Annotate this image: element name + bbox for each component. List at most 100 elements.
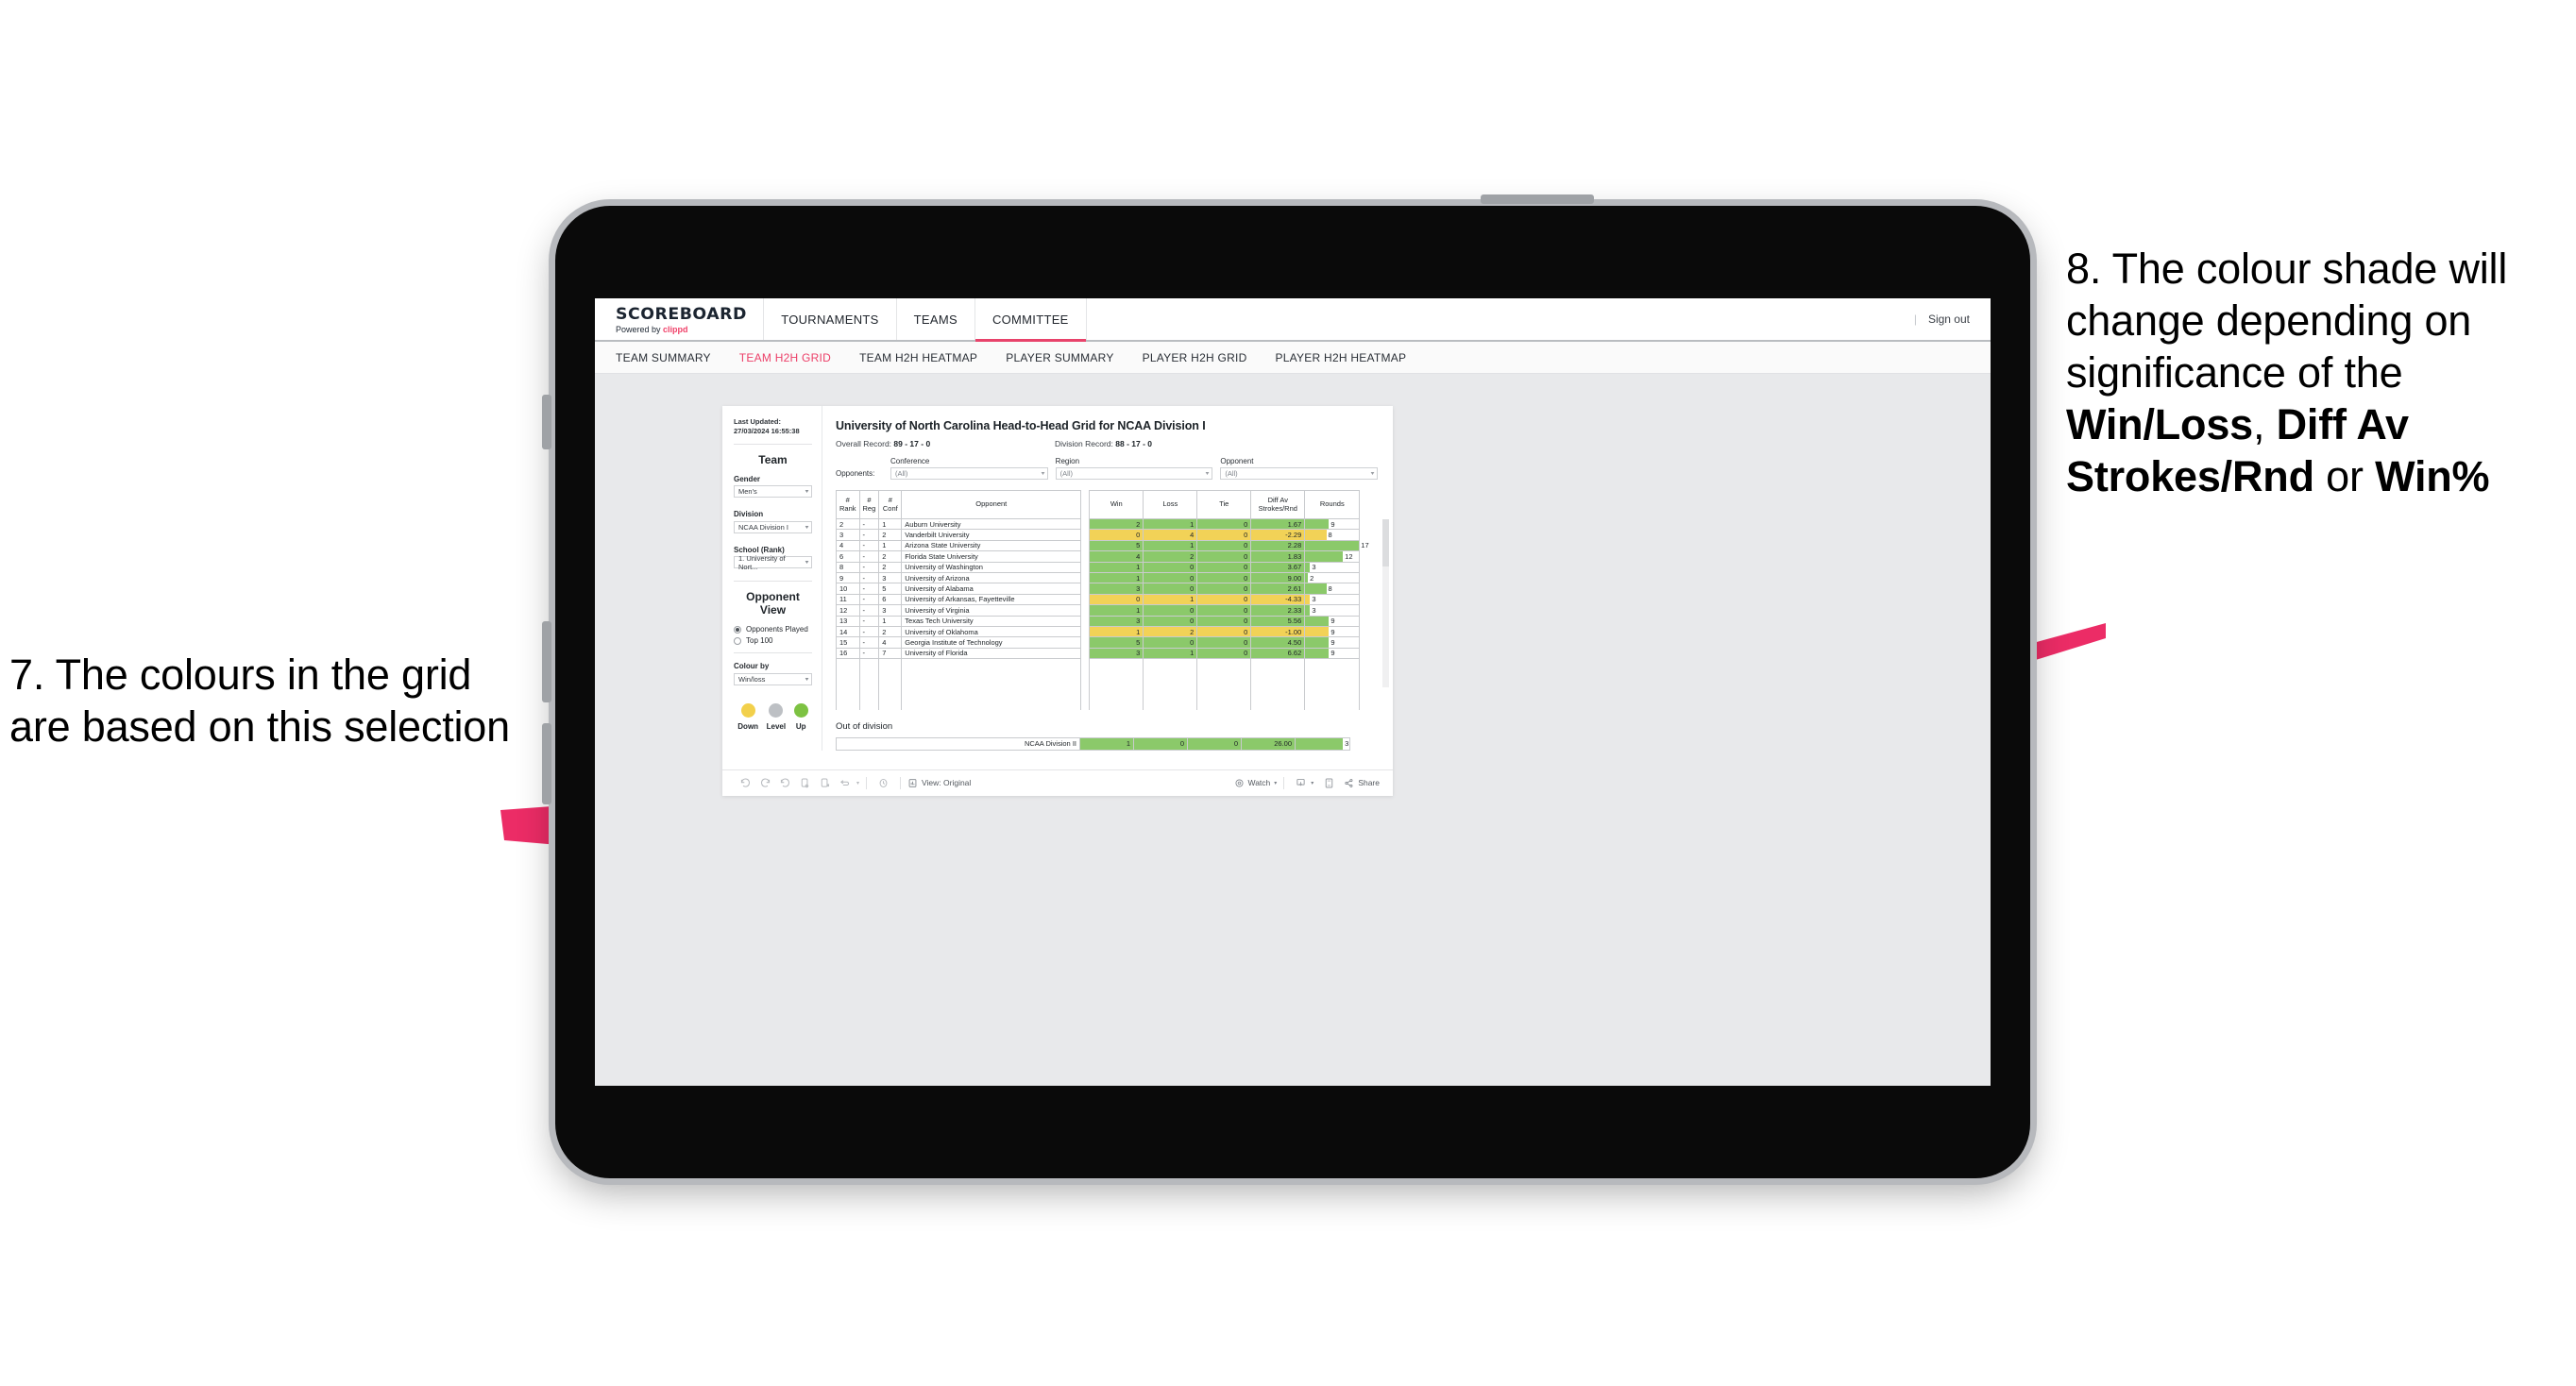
- overall-record-label: Overall Record:: [836, 439, 894, 448]
- rounds-bar: [1305, 551, 1344, 562]
- revert-icon[interactable]: [775, 773, 795, 793]
- division-select[interactable]: NCAA Division I ▾: [734, 520, 812, 533]
- rounds-bar: [1305, 637, 1330, 648]
- table-row[interactable]: 2-1 Auburn University 2 1 0 1.67 9: [836, 517, 1361, 531]
- redo-icon[interactable]: [755, 773, 775, 793]
- brand-logo[interactable]: SCOREBOARD Powered by clippd: [595, 298, 763, 340]
- colour-by-select-value: Win/loss: [738, 674, 766, 684]
- subnav-item-team-summary[interactable]: TEAM SUMMARY: [616, 351, 711, 364]
- out-of-division-wrapper: NCAA Division II 1 0 0 26.00 3: [836, 736, 1378, 751]
- table-row[interactable]: 4-1 Arizona State University 5 1 0 2.28 17: [836, 539, 1369, 552]
- watch-button[interactable]: Watch ▾: [1234, 778, 1277, 788]
- pause-icon[interactable]: [815, 773, 835, 793]
- cell-win: 0: [1089, 593, 1144, 606]
- subnav-item-player-summary[interactable]: PLAYER SUMMARY: [1006, 351, 1113, 364]
- conference-select[interactable]: (All) ▾: [890, 467, 1048, 480]
- last-updated-label: Last Updated: 27/03/2024 16:55:38: [734, 417, 800, 435]
- cell-tie: 0: [1196, 615, 1252, 627]
- table-row[interactable]: 13-1 Texas Tech University 3 0 0 5.56 9: [836, 615, 1361, 627]
- cell-tie: 0: [1196, 593, 1252, 606]
- col-header-tie[interactable]: Tie: [1196, 490, 1252, 519]
- col-header-diff[interactable]: Diff Av Strokes/Rnd: [1250, 490, 1306, 519]
- grid-scrollbar-thumb[interactable]: [1382, 519, 1389, 566]
- table-row[interactable]: 10-5 University of Alabama 3 0 0 2.61 8: [836, 583, 1361, 595]
- screenshot-root: 7. The colours in the grid are based on …: [0, 0, 2576, 1386]
- col-header-conf[interactable]: # Conf: [878, 490, 903, 519]
- col-header-loss[interactable]: Loss: [1143, 490, 1198, 519]
- col-header-reg[interactable]: # Reg: [858, 490, 880, 519]
- field-division: Division NCAA Division I ▾: [734, 510, 812, 533]
- clock-icon[interactable]: [873, 773, 893, 793]
- subnav-item-team-h2h-heatmap[interactable]: TEAM H2H HEATMAP: [859, 351, 977, 364]
- fullscreen-icon[interactable]: [1319, 773, 1339, 793]
- region-select[interactable]: (All) ▾: [1055, 467, 1213, 480]
- table-row[interactable]: 15-4 Georgia Institute of Technology 5 0 0 4.…: [836, 636, 1361, 649]
- cell-conf: 1: [878, 517, 903, 531]
- division-record-label: Division Record:: [1055, 439, 1116, 448]
- cell-opponent: University of Arizona: [901, 571, 1082, 584]
- sidebar-divider-1: [734, 443, 812, 445]
- cell-win: 1: [1089, 561, 1144, 573]
- gender-select[interactable]: Men's ▾: [734, 485, 812, 499]
- subnav-item-team-h2h-grid[interactable]: TEAM H2H GRID: [739, 351, 831, 364]
- cell-diff: 2.28: [1250, 539, 1306, 552]
- download-icon[interactable]: [1291, 773, 1311, 793]
- rounds-value: 17: [1361, 541, 1369, 550]
- cell-gap: [1080, 572, 1090, 583]
- col-header-opponent[interactable]: Opponent: [901, 490, 1082, 519]
- col-header-rank[interactable]: # Rank: [836, 490, 860, 519]
- table-row[interactable]: 12-3 University of Virginia 1 0 0 2.33 3: [836, 604, 1361, 617]
- cell-tie: 0: [1196, 636, 1252, 649]
- table-row[interactable]: NCAA Division II 1 0 0 26.00 3: [836, 736, 1350, 751]
- colour-by-select[interactable]: Win/loss ▾: [734, 672, 812, 685]
- signout-button[interactable]: Sign out: [1928, 313, 1970, 326]
- undo-icon[interactable]: [736, 773, 755, 793]
- annotation-right-pre: 8. The colour shade will change dependin…: [2066, 245, 2508, 397]
- radio-opponents-played[interactable]: Opponents Played: [734, 625, 812, 634]
- page-title: University of North Carolina Head-to-Hea…: [836, 419, 1206, 432]
- subnav-item-player-h2h-grid[interactable]: PLAYER H2H GRID: [1143, 351, 1247, 364]
- table-row[interactable]: 6-2 Florida State University 4 2 0 1.83 12: [836, 550, 1361, 563]
- col-header-rounds[interactable]: Rounds: [1304, 490, 1361, 519]
- chevron-down-icon[interactable]: ▾: [856, 780, 859, 786]
- col-header-reg-text: # Reg: [862, 495, 876, 513]
- table-row[interactable]: 9-3 University of Arizona 1 0 0 9.00 2: [836, 571, 1361, 584]
- signout-divider: |: [1913, 313, 1917, 326]
- topnav-item-tournaments[interactable]: TOURNAMENTS: [763, 298, 895, 340]
- share-button[interactable]: Share: [1344, 778, 1380, 788]
- cell-diff: 3.67: [1250, 561, 1306, 573]
- subnav-item-player-h2h-heatmap[interactable]: PLAYER H2H HEATMAP: [1276, 351, 1407, 364]
- cell-reg: -: [858, 571, 880, 584]
- radio-label-top-100: Top 100: [746, 636, 773, 646]
- chevron-down-icon[interactable]: ▾: [1311, 780, 1313, 786]
- cell-reg: -: [858, 583, 880, 595]
- field-label-division: Division: [734, 510, 764, 519]
- topnav-item-teams[interactable]: TEAMS: [895, 298, 974, 340]
- cell-reg: -: [858, 539, 880, 552]
- viz-sidebar: Last Updated: 27/03/2024 16:55:38 Team G…: [722, 406, 822, 751]
- cell-reg: -: [858, 550, 880, 563]
- cell-rank: 12: [836, 604, 860, 617]
- field-colour-by: Colour by Win/loss ▾: [734, 662, 812, 685]
- table-row[interactable]: 11-6 University of Arkansas, Fayetteville…: [836, 593, 1361, 606]
- col-header-win[interactable]: Win: [1089, 490, 1144, 519]
- topnav-item-committee[interactable]: COMMITTEE: [974, 298, 1086, 342]
- opponent-select[interactable]: (All) ▾: [1220, 467, 1379, 480]
- filter-label-conference: Conference: [890, 457, 930, 465]
- cell-rounds: 17: [1304, 539, 1369, 552]
- refresh-icon[interactable]: [795, 773, 815, 793]
- radio-top-100[interactable]: Top 100: [734, 636, 812, 645]
- cell-opponent: University of Washington: [901, 561, 1082, 573]
- grid-vertical-scrollbar[interactable]: [1382, 519, 1389, 687]
- cell-win: 0: [1089, 529, 1144, 541]
- table-row[interactable]: 3-2 Vanderbilt University 0 4 0 -2.29 8: [836, 529, 1361, 541]
- cell-diff: -4.33: [1250, 593, 1306, 606]
- view-original-button[interactable]: View: Original: [907, 778, 971, 788]
- table-row[interactable]: 16-7 University of Florida 3 1 0 6.62 9: [836, 647, 1361, 660]
- sidebar-divider-3: [734, 652, 812, 654]
- school-select[interactable]: 1. University of Nort... ▾: [734, 554, 812, 571]
- custom-view-icon[interactable]: [835, 773, 855, 793]
- table-row[interactable]: 8-2 University of Washington 1 0 0 3.67 3: [836, 561, 1361, 573]
- ood-rounds: 3: [1295, 736, 1350, 751]
- table-row[interactable]: 14-2 University of Oklahoma 1 2 0 -1.00 9: [836, 625, 1361, 638]
